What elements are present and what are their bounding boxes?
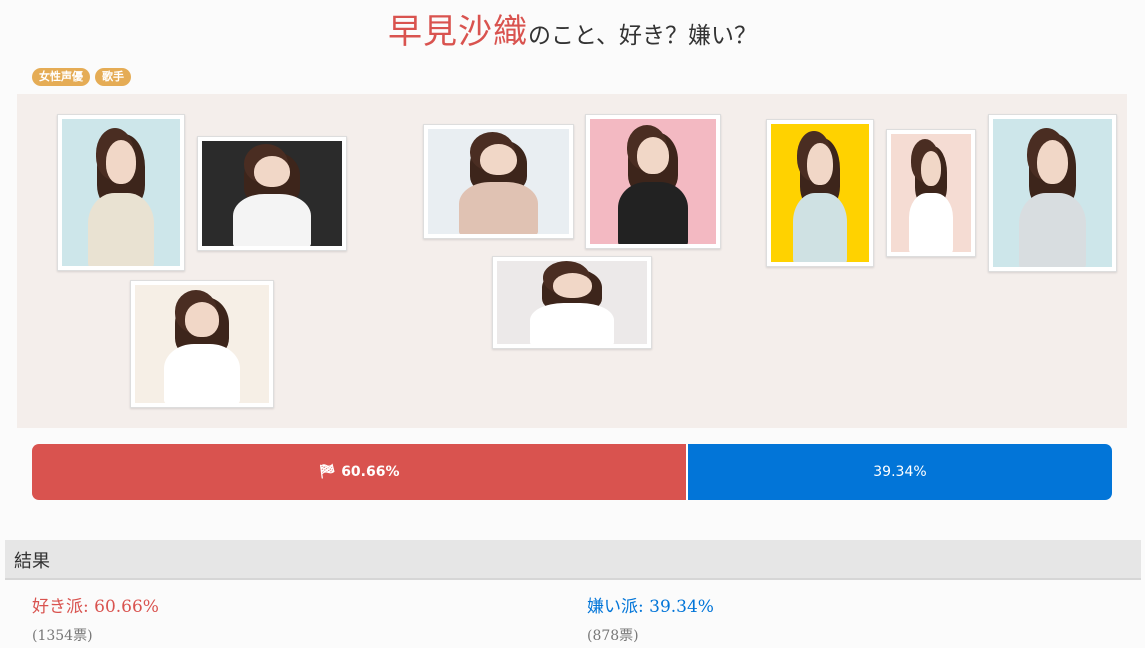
tag-list: 女性声優 歌手 [32,68,131,86]
photo-image [428,129,569,234]
photo-image [590,119,716,244]
tag-singer[interactable]: 歌手 [95,68,131,86]
photo-9[interactable] [988,114,1117,272]
photo-6[interactable] [492,256,652,349]
dislike-vote-count: (878票) [587,628,639,644]
like-result-label: 好き派: 60.66% [32,597,159,617]
like-result: 好き派: 60.66% (1354票) [32,592,159,645]
flag-icon: 🏁︎ [318,464,337,480]
photo-7[interactable] [766,119,874,267]
dislike-result: 嫌い派: 39.34% (878票) [587,592,714,645]
results-heading: 結果 [5,540,1141,580]
photo-5[interactable] [585,114,721,249]
photo-image [771,124,869,262]
like-percentage: 60.66% [341,464,400,480]
photo-4[interactable] [423,124,574,239]
dislike-result-label: 嫌い派: 39.34% [587,597,714,617]
vote-bar: 🏁︎ 60.66% 39.34% [32,444,1112,500]
like-bar[interactable]: 🏁︎ 60.66% [32,444,688,500]
photo-image [497,261,647,344]
photo-image [993,119,1112,267]
dislike-bar[interactable]: 39.34% [687,444,1112,500]
photo-2[interactable] [197,136,347,251]
photo-3[interactable] [130,280,274,408]
photo-image [135,285,269,403]
page-title: 早見沙織のこと、好き？嫌い？ [0,4,1145,53]
photo-8[interactable] [886,129,976,257]
title-name[interactable]: 早見沙織 [388,12,528,52]
photo-1[interactable] [57,114,185,271]
photo-image [62,119,180,266]
dislike-percentage: 39.34% [873,464,927,480]
title-suffix: のこと、好き？嫌い？ [527,23,758,49]
like-vote-count: (1354票) [32,628,93,644]
photo-image [202,141,342,246]
tag-voice-actress[interactable]: 女性声優 [32,68,90,86]
photo-image [891,134,971,252]
photo-gallery [17,94,1127,428]
